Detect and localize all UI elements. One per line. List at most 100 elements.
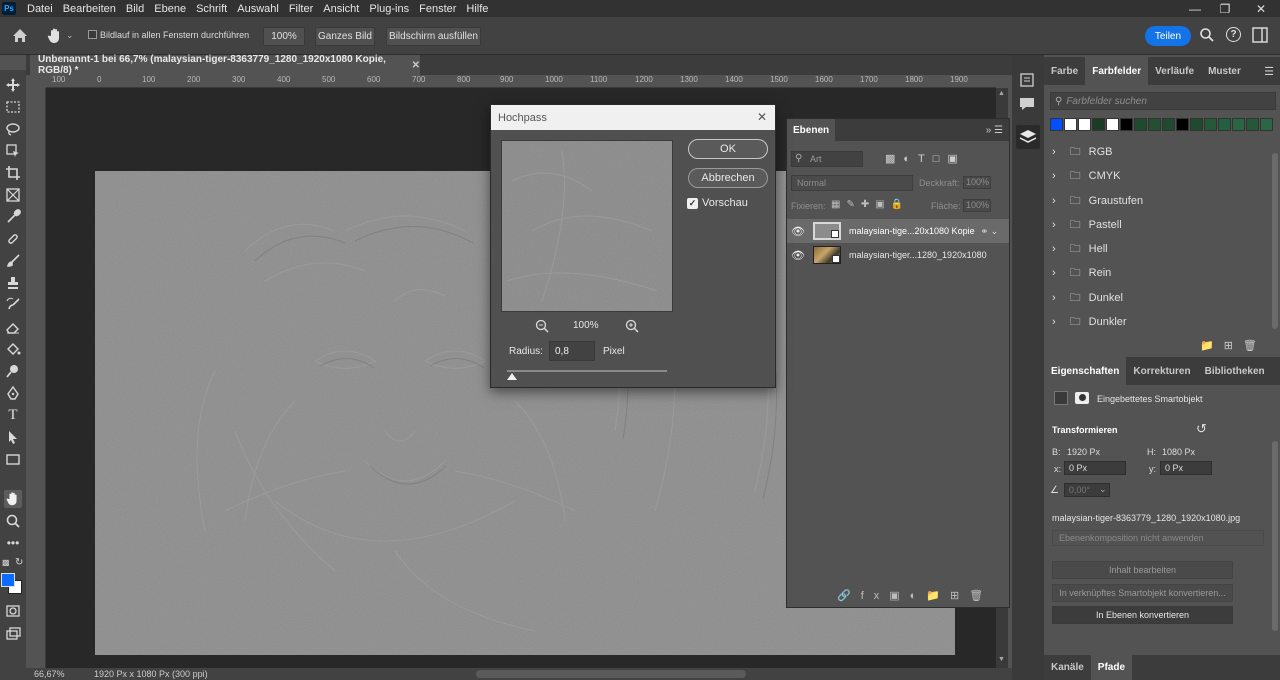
path-select-tool-icon[interactable]: [4, 428, 22, 446]
tab-farbe[interactable]: Farbe: [1044, 57, 1085, 85]
close-window-icon[interactable]: ✕: [1246, 0, 1276, 17]
stamp-tool-icon[interactable]: [4, 274, 22, 292]
layers-tab[interactable]: Ebenen: [787, 119, 836, 141]
fill-screen-button[interactable]: Bildschirm ausfüllen: [386, 27, 481, 46]
opacity-field[interactable]: 100%: [963, 176, 991, 189]
width-value[interactable]: 1920 Px: [1067, 447, 1100, 457]
workspace-icon[interactable]: [1252, 27, 1268, 43]
convert-to-linked-button[interactable]: In verknüpftes Smartobjekt konvertieren.…: [1052, 584, 1233, 602]
color-swatch[interactable]: [1148, 118, 1161, 131]
dialog-close-icon[interactable]: ✕: [757, 110, 767, 124]
history-panel-icon[interactable]: [1018, 71, 1036, 89]
status-zoom[interactable]: 66,67%: [34, 669, 65, 679]
dialog-titlebar[interactable]: Hochpass ✕: [491, 105, 775, 130]
default-colors-icon[interactable]: ▩: [2, 558, 10, 567]
swap-colors-icon[interactable]: ↻: [15, 557, 23, 568]
help-icon[interactable]: ?: [1226, 27, 1241, 42]
filter-preview[interactable]: [501, 140, 673, 312]
type-tool-icon[interactable]: T: [4, 406, 22, 424]
menu-datei[interactable]: Datei: [22, 3, 58, 15]
color-swatch[interactable]: [1064, 118, 1077, 131]
radius-slider-track[interactable]: [507, 370, 667, 372]
horizontal-scrollbar[interactable]: [476, 670, 746, 678]
paint-bucket-tool-icon[interactable]: [4, 340, 22, 358]
cancel-button[interactable]: Abbrechen: [688, 168, 768, 188]
menu-bild[interactable]: Bild: [121, 3, 149, 15]
reset-transform-icon[interactable]: ↺: [1196, 421, 1207, 437]
lock-icons[interactable]: ▦✎✚▣🔒: [831, 199, 909, 210]
color-swatch[interactable]: [1204, 118, 1217, 131]
zoom-tool-icon[interactable]: [4, 512, 22, 530]
tab-pfade[interactable]: Pfade: [1090, 655, 1133, 680]
swatch-group-rgb[interactable]: › 🗀 RGB: [1052, 141, 1113, 163]
angle-chevron-icon[interactable]: ⌄: [1099, 484, 1107, 495]
swatch-footer-icons[interactable]: 📁⊞🗑: [1200, 339, 1267, 352]
frame-tool-icon[interactable]: [4, 186, 22, 204]
radius-slider-handle[interactable]: [507, 373, 517, 380]
color-swatch[interactable]: [1176, 118, 1189, 131]
menu-hilfe[interactable]: Hilfe: [461, 3, 493, 15]
layer-comp-select[interactable]: Ebenenkomposition nicht anwenden: [1052, 530, 1264, 546]
color-swatch[interactable]: [1232, 118, 1245, 131]
zoom-100-button[interactable]: 100%: [263, 27, 305, 46]
eraser-tool-icon[interactable]: [4, 318, 22, 336]
pen-tool-icon[interactable]: [4, 384, 22, 402]
history-brush-tool-icon[interactable]: [4, 296, 22, 314]
comments-panel-icon[interactable]: [1018, 95, 1036, 113]
scroll-up-icon[interactable]: ▲: [998, 90, 1005, 97]
swatch-group-dunkel[interactable]: › 🗀 Dunkel: [1052, 287, 1123, 309]
swatch-scrollbar[interactable]: [1272, 153, 1278, 329]
color-swatch[interactable]: [1246, 118, 1259, 131]
search-icon[interactable]: [1199, 27, 1215, 43]
panel-menu-icon[interactable]: » ☰: [986, 125, 1009, 136]
swatch-group-cmyk[interactable]: › 🗀 CMYK: [1052, 165, 1120, 187]
smart-filter-link-icon[interactable]: ⚭ ⌄: [981, 226, 999, 237]
healing-brush-tool-icon[interactable]: [4, 230, 22, 248]
fit-screen-button[interactable]: Ganzes Bild: [315, 27, 375, 46]
minimize-icon[interactable]: —: [1180, 0, 1210, 17]
menu-ansicht[interactable]: Ansicht: [318, 3, 364, 15]
layers-footer-icons[interactable]: 🔗fx▣◐📁⊞🗑: [837, 589, 993, 602]
restore-icon[interactable]: ❐: [1210, 0, 1240, 17]
hand-tool-icon[interactable]: [46, 27, 64, 45]
rectangle-tool-icon[interactable]: [4, 450, 22, 468]
scroll-down-icon[interactable]: ▼: [998, 656, 1005, 663]
swatch-group-hell[interactable]: › 🗀 Hell: [1052, 238, 1108, 260]
color-swatch[interactable]: [1162, 118, 1175, 131]
tab-kanaele[interactable]: Kanäle: [1044, 655, 1091, 680]
zoom-out-icon[interactable]: [535, 319, 549, 333]
visibility-eye-icon[interactable]: 👁: [787, 225, 809, 238]
more-tools-icon[interactable]: •••: [4, 534, 22, 552]
screen-mode-icon[interactable]: [4, 625, 22, 643]
layer-row-original[interactable]: 👁 malaysian-tiger...1280_1920x1080: [787, 243, 1009, 267]
menu-auswahl[interactable]: Auswahl: [232, 3, 284, 15]
close-tab-icon[interactable]: ✕: [412, 60, 420, 71]
convert-to-layers-button[interactable]: In Ebenen konvertieren: [1052, 606, 1233, 624]
tab-korrekturen[interactable]: Korrekturen: [1126, 357, 1197, 385]
menu-fenster[interactable]: Fenster: [414, 3, 461, 15]
layers-panel-icon[interactable]: [1016, 125, 1040, 149]
swatch-search-input[interactable]: ⚲ Farbfelder suchen: [1050, 92, 1276, 110]
home-icon[interactable]: [12, 28, 28, 43]
x-input[interactable]: 0 Px: [1064, 461, 1126, 475]
zoom-in-icon[interactable]: [625, 319, 639, 333]
color-swatch[interactable]: [1134, 118, 1147, 131]
document-tab[interactable]: Unbenannt-1 bei 66,7% (malaysian-tiger-8…: [30, 54, 420, 76]
brush-tool-icon[interactable]: [4, 252, 22, 270]
tab-eigenschaften[interactable]: Eigenschaften: [1044, 357, 1127, 385]
preview-checkbox[interactable]: ✓: [687, 198, 698, 209]
object-select-tool-icon[interactable]: [4, 142, 22, 160]
edit-contents-button[interactable]: Inhalt bearbeiten: [1052, 561, 1233, 579]
color-swatch[interactable]: [1260, 118, 1273, 131]
layer-row-copy[interactable]: 👁 malaysian-tige...20x1080 Kopie ⚭ ⌄: [787, 219, 1009, 243]
fill-field[interactable]: 100%: [963, 199, 991, 212]
hand-tool-active-icon[interactable]: [4, 490, 22, 508]
menu-schrift[interactable]: Schrift: [191, 3, 232, 15]
foreground-color-swatch[interactable]: [1, 573, 15, 587]
swatch-group-pastell[interactable]: › 🗀 Pastell: [1052, 214, 1122, 236]
y-input[interactable]: 0 Px: [1160, 461, 1212, 475]
menu-ebene[interactable]: Ebene: [149, 3, 191, 15]
tool-preset-chevron-icon[interactable]: ⌄: [66, 30, 74, 41]
share-button[interactable]: Teilen: [1145, 26, 1191, 46]
move-tool-icon[interactable]: [4, 76, 22, 94]
